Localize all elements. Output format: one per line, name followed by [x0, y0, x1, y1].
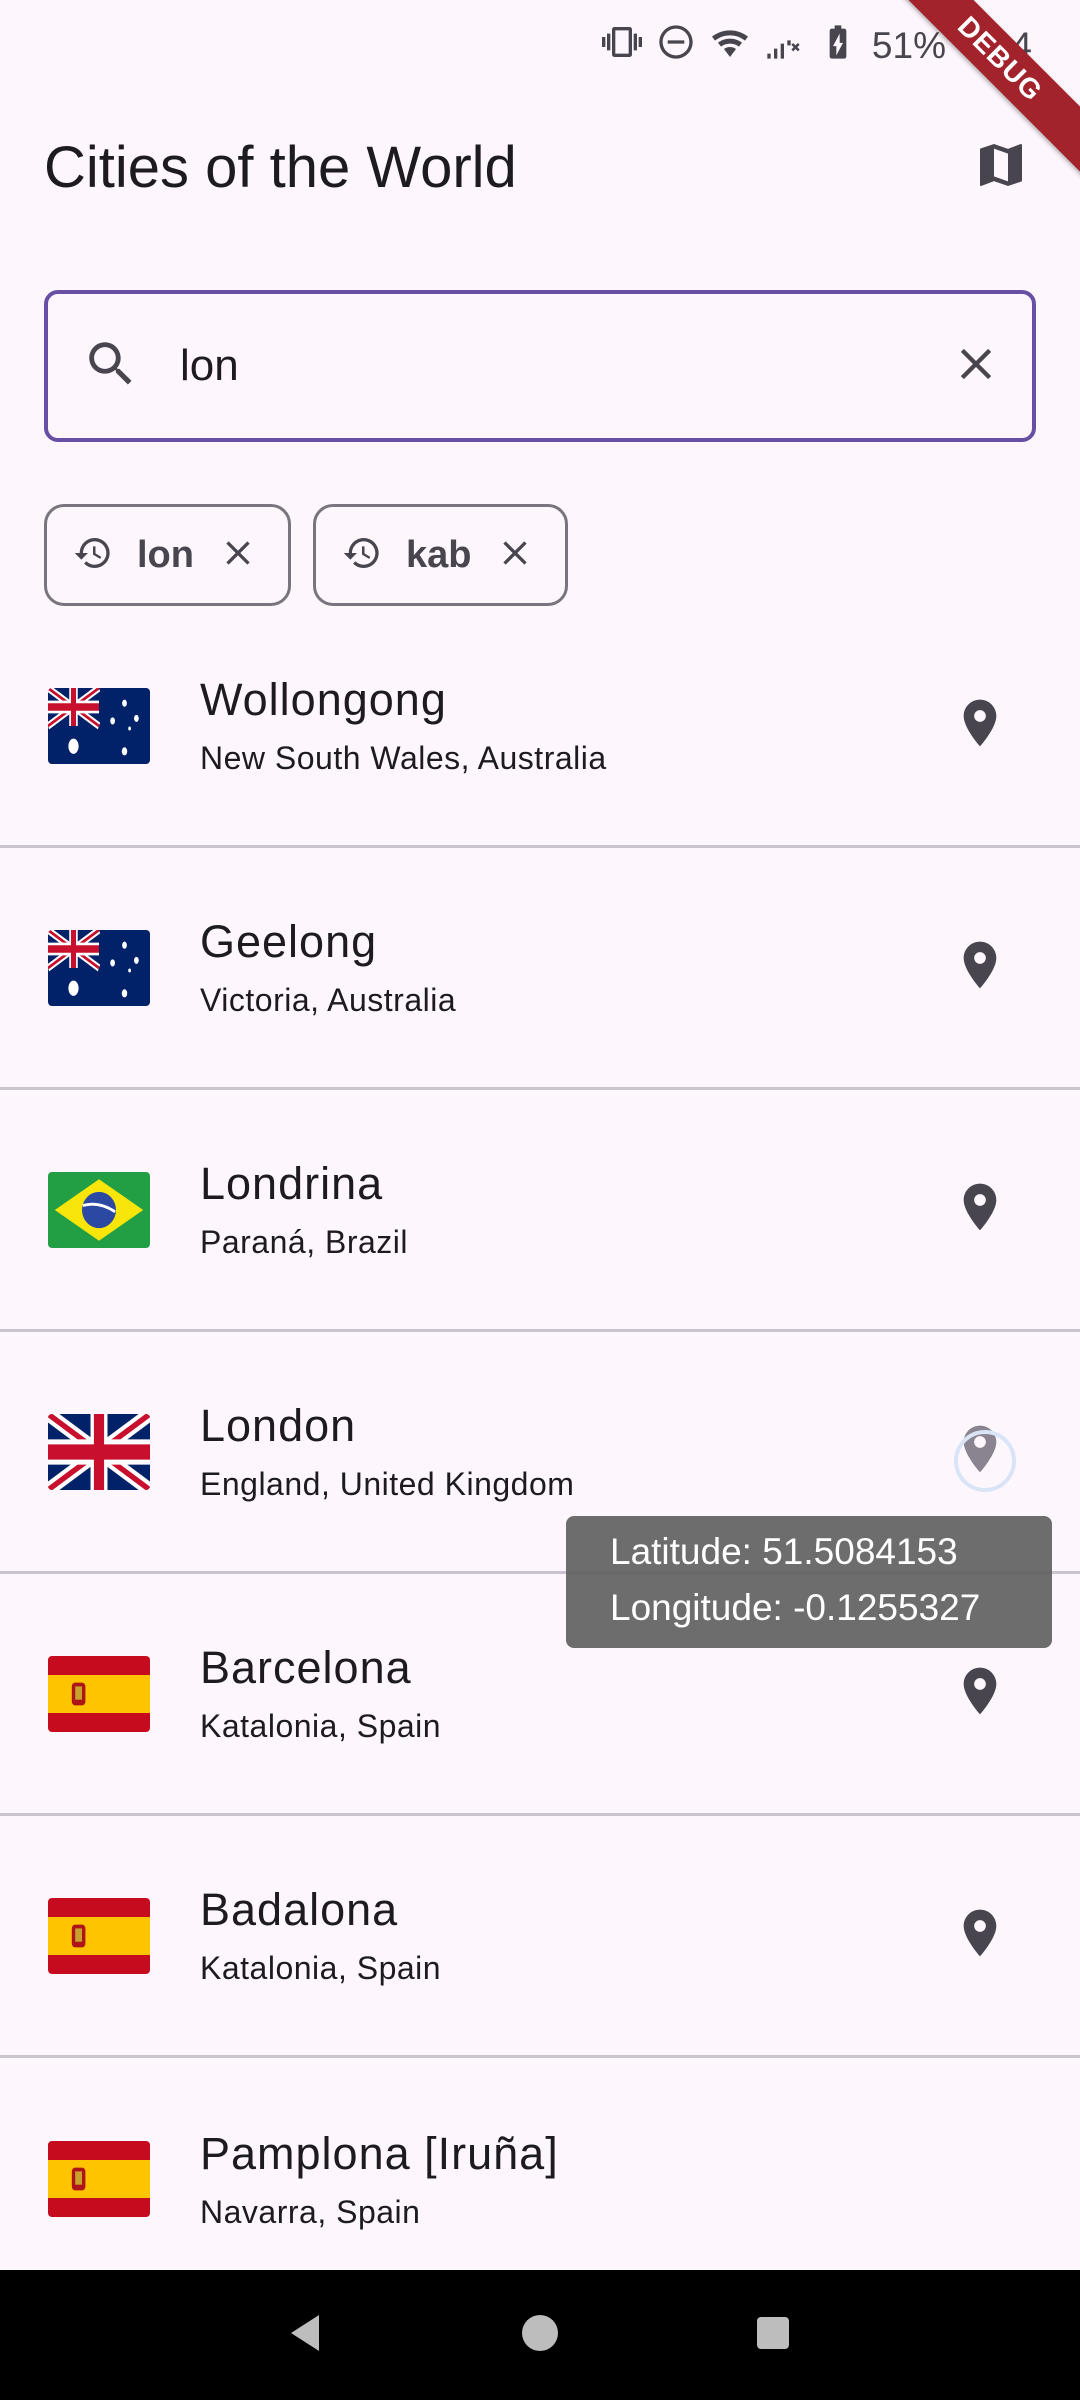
city-list: Wollongong New South Wales, Australia Ge… — [0, 606, 1080, 2270]
show-location-button[interactable] — [940, 928, 1020, 1008]
close-icon — [950, 348, 1002, 394]
city-region: Paraná, Brazil — [200, 1224, 408, 1260]
city-info: Pamplona [Iruña] Navarra, Spain — [200, 2128, 559, 2231]
city-name: Wollongong — [200, 674, 447, 725]
city-info: Geelong Victoria, Australia — [200, 916, 456, 1019]
city-info: Badalona Katalonia, Spain — [200, 1884, 441, 1987]
clear-search-button[interactable] — [950, 338, 1002, 395]
search-icon — [82, 335, 140, 398]
recent-search-chip[interactable]: kab — [312, 504, 569, 606]
city-name: London — [200, 1400, 357, 1451]
city-region: England, United Kingdom — [200, 1466, 575, 1502]
latitude-text: Latitude: 51.5084153 — [610, 1531, 958, 1572]
city-region: New South Wales, Australia — [200, 740, 607, 776]
press-ripple — [954, 1429, 1016, 1492]
recent-search-chip[interactable]: lon — [44, 504, 291, 606]
history-icon — [73, 533, 113, 578]
history-icon — [342, 533, 382, 578]
wifi-icon — [710, 22, 750, 71]
city-info: Londrina Paraná, Brazil — [200, 1158, 408, 1261]
page-title: Cities of the World — [44, 134, 517, 200]
location-pin-icon — [952, 695, 1008, 756]
chip-label: kab — [405, 533, 472, 576]
home-button[interactable] — [516, 2309, 564, 2362]
system-navigation-bar — [0, 2270, 1080, 2400]
spain-flag-icon — [48, 1655, 150, 1732]
show-location-button[interactable] — [940, 1412, 1020, 1492]
battery-icon — [818, 22, 858, 71]
coordinates-tooltip: Latitude: 51.5084153 Longitude: -0.12553… — [566, 1516, 1052, 1648]
city-region: Katalonia, Spain — [200, 1708, 442, 1744]
map-icon — [973, 137, 1029, 198]
signal-icon — [764, 22, 804, 71]
location-pin-icon — [952, 1905, 1008, 1966]
recents-button[interactable] — [749, 2309, 797, 2362]
do-not-disturb-icon — [656, 22, 696, 71]
show-location-button[interactable] — [940, 686, 1020, 766]
show-location-button[interactable] — [940, 1896, 1020, 1976]
city-info: Barcelona Katalonia, Spain — [200, 1642, 441, 1745]
vibrate-icon — [601, 22, 642, 71]
city-name: Barcelona — [200, 1642, 412, 1693]
search-field[interactable] — [44, 290, 1036, 442]
city-name: Londrina — [200, 1158, 384, 1209]
recent-searches: lon kab — [44, 504, 569, 606]
spain-flag-icon — [48, 1897, 150, 1974]
city-region: Katalonia, Spain — [200, 1950, 442, 1986]
city-name: Badalona — [200, 1884, 399, 1935]
back-button[interactable] — [283, 2309, 331, 2362]
australia-flag-icon — [48, 929, 150, 1006]
show-location-button[interactable] — [940, 1654, 1020, 1734]
uk-flag-icon — [48, 1413, 150, 1490]
list-item[interactable]: Wollongong New South Wales, Australia — [0, 606, 1080, 848]
city-info: London England, United Kingdom — [200, 1400, 574, 1503]
map-button[interactable] — [966, 132, 1036, 202]
recents-icon — [757, 2316, 790, 2349]
app-bar: Cities of the World — [0, 112, 1080, 222]
home-icon — [521, 2314, 558, 2351]
battery-percentage: 51% — [871, 25, 946, 66]
list-item[interactable]: Badalona Katalonia, Spain — [0, 1816, 1080, 2058]
list-item[interactable]: Londrina Paraná, Brazil — [0, 1090, 1080, 1332]
search-input[interactable] — [180, 341, 950, 391]
remove-chip-button[interactable] — [218, 533, 258, 578]
location-pin-icon — [952, 1663, 1008, 1724]
city-region: Victoria, Australia — [200, 982, 457, 1018]
back-icon — [290, 2314, 319, 2351]
status-bar: 51% 4:04 — [0, 0, 1080, 92]
australia-flag-icon — [48, 687, 150, 764]
brazil-flag-icon — [48, 1171, 150, 1248]
location-pin-icon — [952, 1179, 1008, 1240]
location-pin-icon — [952, 937, 1008, 998]
chip-label: lon — [137, 533, 194, 576]
show-location-button[interactable] — [940, 1170, 1020, 1250]
city-name: Pamplona [Iruña] — [200, 2127, 559, 2179]
list-item[interactable]: Geelong Victoria, Australia — [0, 848, 1080, 1090]
spain-flag-icon — [48, 2141, 150, 2217]
city-region: Navarra, Spain — [200, 2193, 421, 2230]
list-item[interactable]: Pamplona [Iruña] Navarra, Spain — [0, 2058, 1080, 2270]
city-name: Geelong — [200, 916, 378, 967]
remove-chip-button[interactable] — [495, 533, 535, 578]
city-info: Wollongong New South Wales, Australia — [200, 674, 607, 777]
longitude-text: Longitude: -0.1255327 — [610, 1587, 981, 1628]
